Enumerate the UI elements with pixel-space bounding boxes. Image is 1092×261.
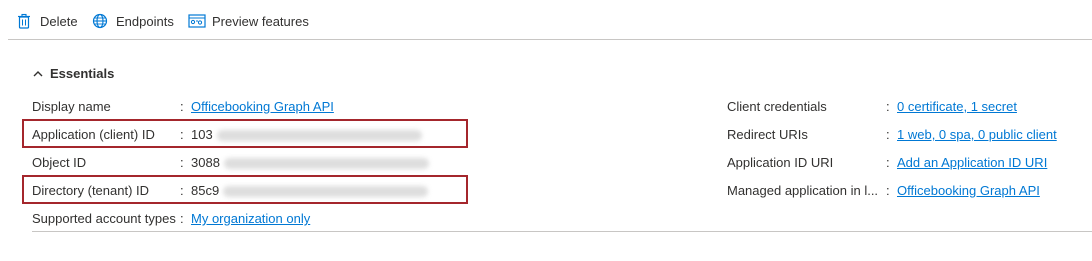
preview-features-icon	[188, 13, 206, 29]
redacted-text	[223, 158, 429, 170]
display-name-link[interactable]: Officebooking Graph API	[191, 99, 334, 114]
divider	[32, 231, 1092, 232]
colon: :	[180, 99, 184, 114]
delete-button[interactable]: Delete	[16, 10, 78, 32]
redirect-uris-label: Redirect URIs	[727, 127, 808, 142]
colon: :	[886, 127, 890, 142]
display-name-label: Display name	[32, 99, 111, 114]
colon: :	[180, 155, 184, 170]
managed-application-link[interactable]: Officebooking Graph API	[897, 183, 1040, 198]
command-bar: Delete Endpoints Preview features	[8, 0, 1092, 40]
chevron-up-icon	[32, 68, 44, 80]
client-credentials-label: Client credentials	[727, 99, 827, 114]
colon: :	[886, 183, 890, 198]
client-credentials-link[interactable]: 0 certificate, 1 secret	[897, 99, 1017, 114]
highlight-box-client-id	[22, 119, 468, 148]
supported-account-types-link[interactable]: My organization only	[191, 211, 310, 226]
managed-application-label: Managed application in l...	[727, 183, 879, 198]
preview-features-button[interactable]: Preview features	[188, 10, 309, 32]
trash-icon	[16, 13, 32, 29]
object-id-value[interactable]: 3088	[191, 155, 429, 170]
delete-label: Delete	[40, 13, 78, 29]
colon: :	[886, 99, 890, 114]
endpoints-button[interactable]: Endpoints	[92, 10, 174, 32]
colon: :	[180, 211, 184, 226]
essentials-header-label: Essentials	[50, 66, 115, 81]
supported-account-types-label: Supported account types	[32, 211, 176, 226]
redirect-uris-link[interactable]: 1 web, 0 spa, 0 public client	[897, 127, 1057, 142]
highlight-box-tenant-id	[22, 175, 468, 204]
colon: :	[886, 155, 890, 170]
object-id-label: Object ID	[32, 155, 87, 170]
object-id-visible: 3088	[191, 155, 220, 170]
application-id-uri-label: Application ID URI	[727, 155, 834, 170]
globe-icon	[92, 13, 108, 29]
add-application-id-uri-link[interactable]: Add an Application ID URI	[897, 155, 1047, 170]
endpoints-label: Endpoints	[116, 13, 174, 29]
preview-features-label: Preview features	[212, 13, 309, 29]
essentials-toggle[interactable]: Essentials	[32, 66, 114, 81]
